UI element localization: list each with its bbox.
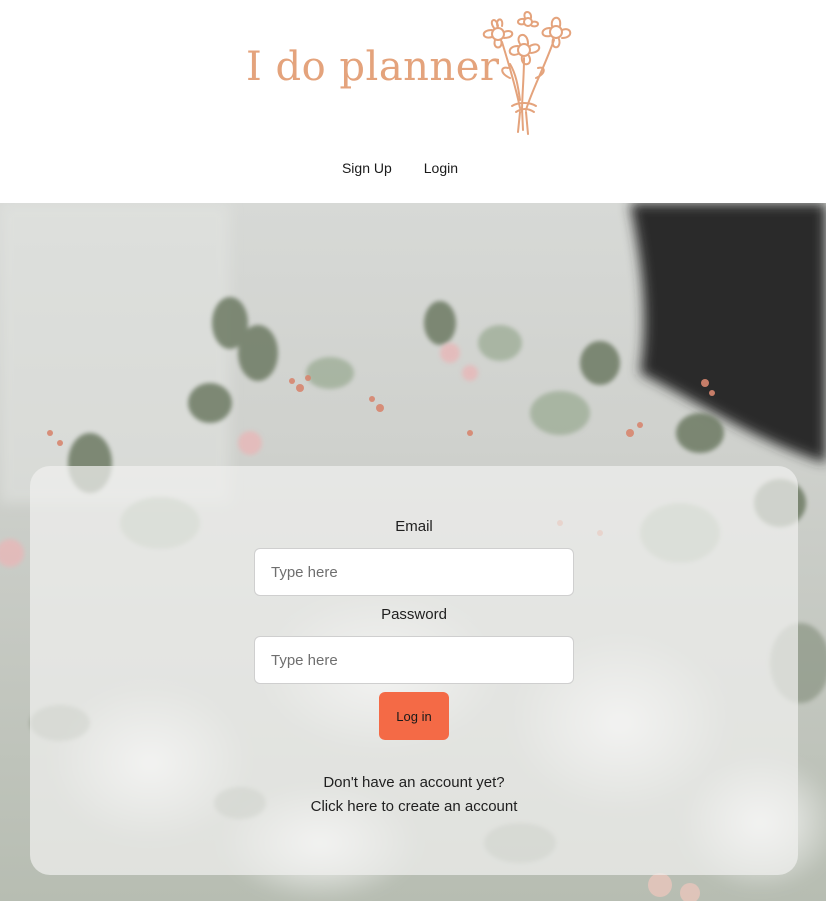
login-card: Email Password Log in Don't have an acco… bbox=[30, 466, 798, 875]
main-nav: Sign Up Login bbox=[0, 158, 826, 178]
brand-title[interactable]: I do planner bbox=[246, 44, 499, 90]
login-button[interactable]: Log in bbox=[379, 692, 449, 740]
flower-bouquet-icon bbox=[482, 11, 572, 135]
email-field[interactable] bbox=[254, 548, 574, 596]
password-label: Password bbox=[381, 606, 447, 623]
nav-link-sign-up[interactable]: Sign Up bbox=[342, 158, 392, 178]
nav-link-login[interactable]: Login bbox=[424, 158, 458, 178]
email-label: Email bbox=[395, 518, 433, 535]
no-account-text: Don't have an account yet? bbox=[323, 774, 505, 791]
create-account-link[interactable]: Click here to create an account bbox=[30, 798, 798, 815]
site-header: I do planner Sign Up Login bbox=[0, 0, 826, 203]
password-field[interactable] bbox=[254, 636, 574, 684]
